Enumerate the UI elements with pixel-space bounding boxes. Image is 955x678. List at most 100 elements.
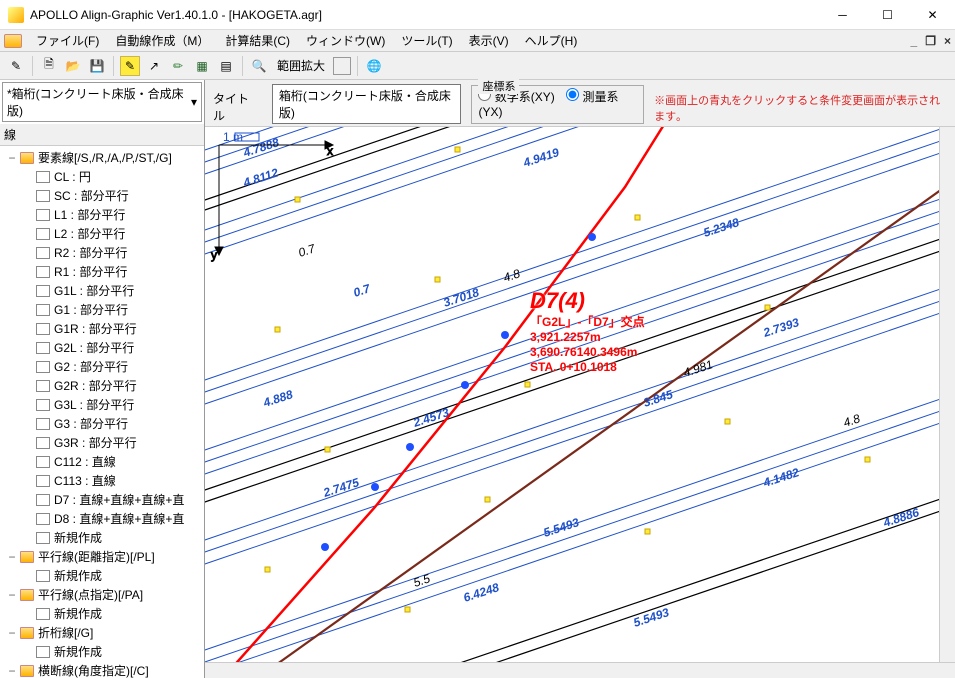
menu-file[interactable]: ファイル(F) — [28, 30, 107, 51]
tool-arrow-icon[interactable]: ↗ — [144, 56, 164, 76]
tree-leaf[interactable]: R2 : 部分平行 — [18, 243, 202, 262]
tool-globe-icon[interactable]: 🌐 — [364, 56, 384, 76]
drawing-canvas[interactable]: 4.7888 4.8112 4.9419 5.2348 0.7 3.7018 2… — [205, 127, 939, 662]
tool-pencil-icon[interactable]: ✏ — [168, 56, 188, 76]
svg-text:5.2348: 5.2348 — [702, 215, 742, 240]
folder-icon — [20, 665, 34, 677]
title-field[interactable]: 箱桁(コンクリート床版・合成床版) — [272, 84, 462, 124]
tool-sheet-icon[interactable]: ▤ — [216, 56, 236, 76]
coord-legend: 座標系 — [478, 78, 519, 94]
tree-leaf[interactable]: G1R : 部分平行 — [18, 319, 202, 338]
svg-text:4.8: 4.8 — [502, 266, 523, 285]
toolbar: ✎ 🗎 📂 💾 ✎ ↗ ✏ ▦ ▤ 🔍 範囲拡大 🌐 — [0, 52, 955, 80]
menu-help[interactable]: ヘルプ(H) — [517, 30, 586, 51]
tree-leaf[interactable]: D7 : 直線+直線+直線+直 — [18, 490, 202, 509]
title-label: タイトル — [213, 90, 258, 124]
svg-text:4.888: 4.888 — [261, 387, 295, 410]
menu-view[interactable]: 表示(V) — [461, 30, 517, 51]
folder-icon — [20, 551, 34, 563]
tree-node-parallel-dist[interactable]: −平行線(距離指定)[/PL] — [2, 547, 202, 566]
svg-text:2.4573: 2.4573 — [411, 405, 451, 430]
window-minimize-button[interactable]: ─ — [820, 0, 865, 30]
tree-leaf[interactable]: D8 : 直線+直線+直線+直 — [18, 509, 202, 528]
sidebar-group-label: 線 — [0, 124, 204, 146]
tree-leaf[interactable]: L2 : 部分平行 — [18, 224, 202, 243]
svg-text:4.981: 4.981 — [682, 357, 715, 380]
tree-leaf[interactable]: CL : 円 — [18, 167, 202, 186]
item-icon — [36, 437, 50, 449]
tree-leaf[interactable]: G2R : 部分平行 — [18, 376, 202, 395]
item-icon — [36, 247, 50, 259]
tool-save-icon[interactable]: 💾 — [87, 56, 107, 76]
mdi-minimize-button[interactable]: _ — [907, 34, 922, 48]
svg-text:0.7: 0.7 — [297, 241, 318, 260]
tree-leaf-new[interactable]: 新規作成 — [18, 604, 202, 623]
page-icon — [36, 646, 50, 658]
tree-leaf[interactable]: G2 : 部分平行 — [18, 357, 202, 376]
tool-note-icon[interactable]: ✎ — [120, 56, 140, 76]
horizontal-scrollbar[interactable] — [205, 662, 955, 678]
page-icon — [36, 570, 50, 582]
tree-leaf[interactable]: R1 : 部分平行 — [18, 262, 202, 281]
menu-calc[interactable]: 計算結果(C) — [217, 30, 298, 51]
tree-node-parallel-point[interactable]: −平行線(点指定)[/PA] — [2, 585, 202, 604]
tree-leaf-new[interactable]: 新規作成 — [18, 642, 202, 661]
tree[interactable]: −要素線[/S,/R,/A,/P,/ST,/G] CL : 円 SC : 部分平… — [0, 146, 204, 678]
tool-wizard-icon[interactable]: ✎ — [6, 56, 26, 76]
tree-leaf[interactable]: G1L : 部分平行 — [18, 281, 202, 300]
tree-leaf-new[interactable]: 新規作成 — [18, 566, 202, 585]
point-callout: D7(4) 「G2L」-「D7」交点 3,921.2257m 3,690.761… — [530, 287, 645, 375]
folder-icon — [20, 627, 34, 639]
item-icon — [36, 494, 50, 506]
item-icon — [36, 361, 50, 373]
window-maximize-button[interactable]: ☐ — [865, 0, 910, 30]
item-icon — [36, 380, 50, 392]
svg-text:0.7: 0.7 — [352, 281, 373, 300]
sidebar: *箱桁(コンクリート床版・合成床版) ▾ 線 −要素線[/S,/R,/A,/P,… — [0, 80, 205, 678]
tree-leaf[interactable]: C113 : 直線 — [18, 471, 202, 490]
menu-tool[interactable]: ツール(T) — [393, 30, 460, 51]
tree-node-cross[interactable]: −横断線(角度指定)[/C] — [2, 661, 202, 678]
tool-zoom-icon[interactable]: 🔍 — [249, 56, 269, 76]
svg-text:3.7018: 3.7018 — [442, 285, 482, 310]
menu-window[interactable]: ウィンドウ(W) — [298, 30, 393, 51]
tree-leaf[interactable]: G1 : 部分平行 — [18, 300, 202, 319]
item-icon — [36, 285, 50, 297]
main-area: タイトル 箱桁(コンクリート床版・合成床版) 座標系 数学系(XY) 測量系(Y… — [205, 80, 955, 678]
tree-node-elements[interactable]: −要素線[/S,/R,/A,/P,/ST,/G] — [2, 148, 202, 167]
window-titlebar: APOLLO Align-Graphic Ver1.40.1.0 - [HAKO… — [0, 0, 955, 30]
tree-leaf[interactable]: C112 : 直線 — [18, 452, 202, 471]
tree-node-girder[interactable]: −折桁線[/G] — [2, 623, 202, 642]
window-close-button[interactable]: ✕ — [910, 0, 955, 30]
folder-icon — [20, 589, 34, 601]
tool-excel-icon[interactable]: ▦ — [192, 56, 212, 76]
item-icon — [36, 171, 50, 183]
menu-autoline[interactable]: 自動線作成（M） — [107, 30, 217, 51]
page-icon — [36, 532, 50, 544]
tree-leaf[interactable]: SC : 部分平行 — [18, 186, 202, 205]
svg-text:1 m: 1 m — [223, 130, 243, 144]
window-title: APOLLO Align-Graphic Ver1.40.1.0 - [HAKO… — [30, 8, 820, 22]
main-header: タイトル 箱桁(コンクリート床版・合成床版) 座標系 数学系(XY) 測量系(Y… — [205, 80, 955, 127]
tree-leaf[interactable]: G3R : 部分平行 — [18, 433, 202, 452]
svg-text:4.1482: 4.1482 — [761, 465, 801, 490]
tree-leaf[interactable]: L1 : 部分平行 — [18, 205, 202, 224]
item-icon — [36, 304, 50, 316]
menu-bar: ファイル(F) 自動線作成（M） 計算結果(C) ウィンドウ(W) ツール(T)… — [0, 30, 955, 52]
svg-text:y: y — [211, 248, 217, 262]
zoom-label: 範囲拡大 — [273, 57, 329, 74]
zoom-box-icon[interactable] — [333, 57, 351, 75]
tool-new-icon[interactable]: 🗎 — [39, 56, 59, 76]
item-icon — [36, 190, 50, 202]
tool-open-icon[interactable]: 📂 — [63, 56, 83, 76]
tree-leaf[interactable]: G3L : 部分平行 — [18, 395, 202, 414]
mdi-restore-button[interactable]: ❐ — [921, 34, 940, 48]
vertical-scrollbar[interactable] — [939, 127, 955, 662]
tree-leaf[interactable]: G2L : 部分平行 — [18, 338, 202, 357]
sidebar-element-selector[interactable]: *箱桁(コンクリート床版・合成床版) ▾ — [2, 82, 202, 122]
tree-leaf[interactable]: G3 : 部分平行 — [18, 414, 202, 433]
item-icon — [36, 418, 50, 430]
mdi-close-button[interactable]: × — [940, 34, 955, 48]
item-icon — [36, 399, 50, 411]
tree-leaf-new[interactable]: 新規作成 — [18, 528, 202, 547]
